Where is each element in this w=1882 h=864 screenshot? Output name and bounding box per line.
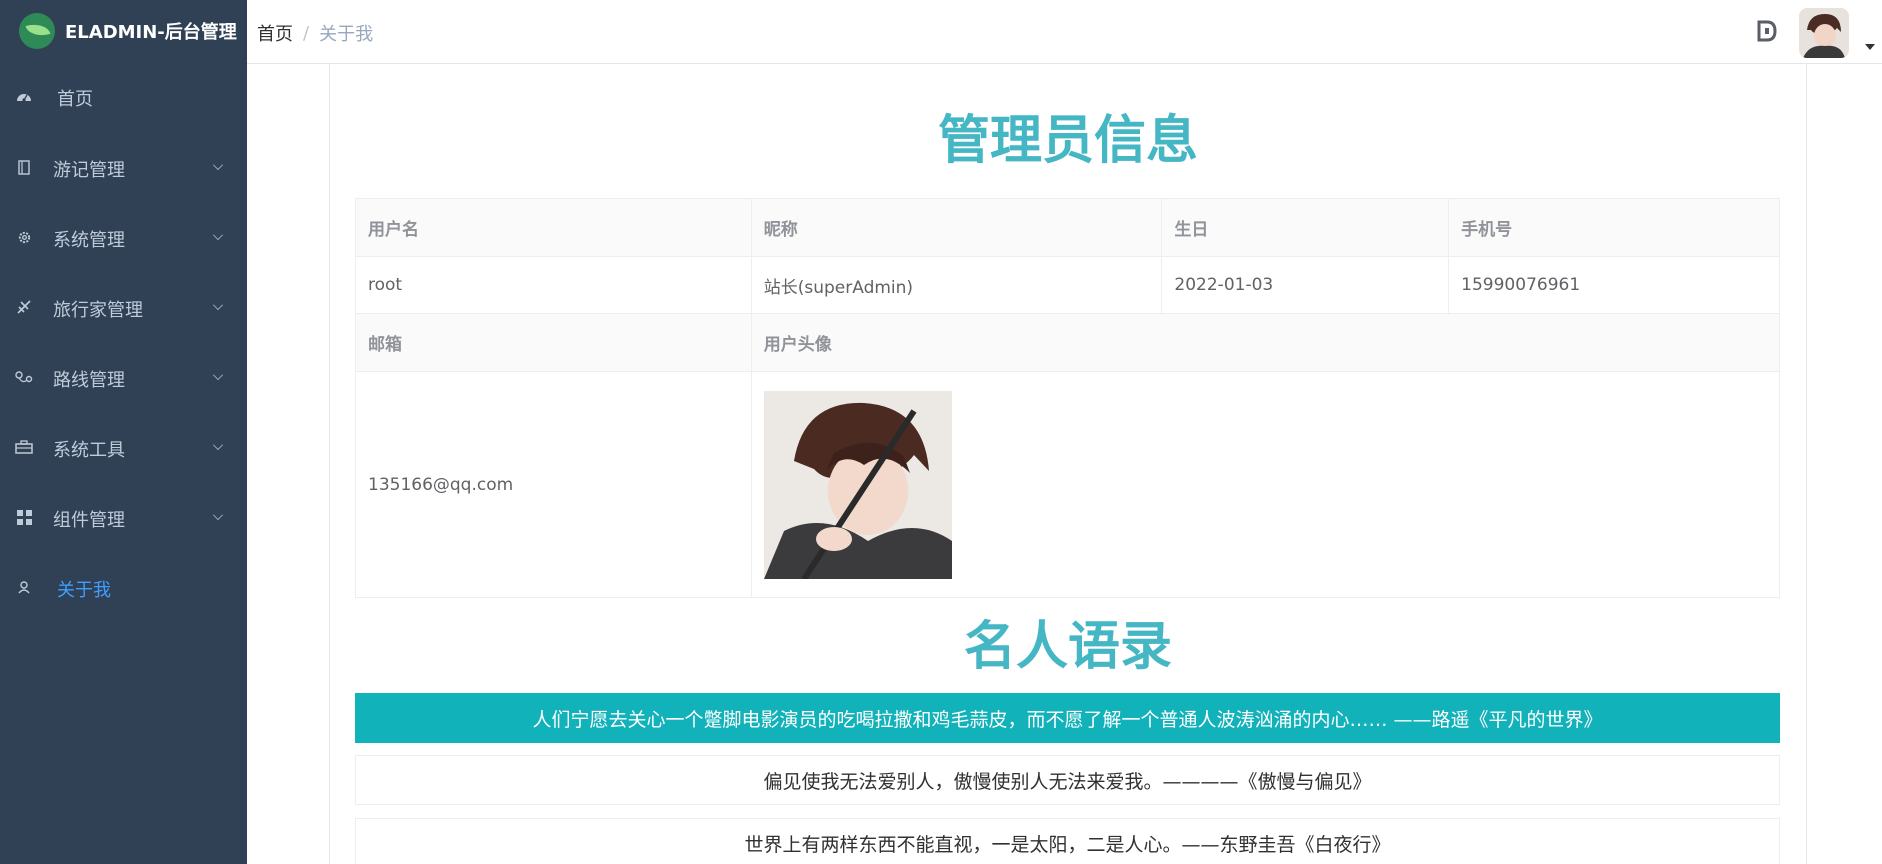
table-row: 135166@qq.com <box>355 371 1781 598</box>
grid-icon <box>13 509 35 529</box>
quote-item: 偏见使我无法爱别人，傲慢使别人无法来爱我。————《傲慢与偏见》 <box>355 755 1780 805</box>
toolbox-icon <box>13 440 35 458</box>
chevron-down-icon <box>213 510 223 520</box>
navbar: 首页 / 关于我 <box>247 0 1882 64</box>
book-icon <box>13 159 35 179</box>
nickname-value: 站长(superAdmin) <box>750 256 1163 314</box>
col-phone: 手机号 <box>1448 198 1780 257</box>
sidebar-item-route[interactable]: 路线管理 <box>0 351 247 407</box>
sidebar-item-label: 组件管理 <box>53 510 125 531</box>
sidebar-item-travelogue[interactable]: 游记管理 <box>0 141 247 197</box>
document-icon[interactable] <box>1756 20 1778 42</box>
username-value: root <box>355 256 752 314</box>
route-icon <box>13 370 35 388</box>
phone-value: 15990076961 <box>1448 256 1780 314</box>
sidebar-item-label: 系统管理 <box>53 230 125 251</box>
about-panel: 管理员信息 用户名 昵称 生日 手机号 root 站长(superAdmin) … <box>329 64 1807 864</box>
main-content: 管理员信息 用户名 昵称 生日 手机号 root 站长(superAdmin) … <box>247 64 1882 864</box>
admin-info-title: 管理员信息 <box>937 111 1198 171</box>
breadcrumb-home[interactable]: 首页 <box>257 20 293 46</box>
avatar[interactable] <box>1799 8 1849 58</box>
chevron-down-icon <box>213 370 223 380</box>
user-avatar-cell <box>750 371 1781 598</box>
breadcrumb-current: 关于我 <box>319 24 374 45</box>
col-birthday: 生日 <box>1161 198 1450 257</box>
dashboard-icon <box>13 89 35 107</box>
user-avatar-image <box>763 390 952 579</box>
col-username: 用户名 <box>355 198 752 257</box>
quotes-title: 名人语录 <box>963 617 1172 677</box>
plane-icon <box>13 299 35 319</box>
app-root: ELADMIN-后台管理 首页 游记管理 系统管理 旅行家管理 路线管理 系统工… <box>0 0 1882 864</box>
sidebar-item-about[interactable]: 关于我 <box>0 561 247 617</box>
email-value: 135166@qq.com <box>355 371 752 598</box>
chevron-down-icon <box>213 160 223 170</box>
sidebar-item-components[interactable]: 组件管理 <box>0 491 247 547</box>
quote-item: 世界上有两样东西不能直视，一是太阳，二是人心。——东野圭吾《白夜行》 <box>355 818 1780 864</box>
sidebar-item-label: 游记管理 <box>53 160 125 181</box>
sidebar-item-traveler[interactable]: 旅行家管理 <box>0 281 247 337</box>
breadcrumb: 首页 / 关于我 <box>257 20 373 46</box>
breadcrumb-separator: / <box>303 22 310 44</box>
sidebar: ELADMIN-后台管理 首页 游记管理 系统管理 旅行家管理 路线管理 系统工… <box>0 0 247 864</box>
col-user-avatar: 用户头像 <box>750 313 1781 372</box>
admin-info-table: 用户名 昵称 生日 手机号 root 站长(superAdmin) 2022-0… <box>355 198 1781 598</box>
gear-icon <box>13 230 35 249</box>
sidebar-item-label: 系统工具 <box>53 440 125 461</box>
app-title: ELADMIN-后台管理 <box>65 22 237 43</box>
sidebar-item-label: 旅行家管理 <box>53 300 143 321</box>
logo[interactable]: ELADMIN-后台管理 <box>0 0 247 62</box>
quote-item: 人们宁愿去关心一个蹩脚电影演员的吃喝拉撒和鸡毛蒜皮，而不愿了解一个普通人波涛汹涌… <box>355 693 1780 743</box>
chevron-down-icon <box>213 300 223 310</box>
col-email: 邮箱 <box>355 313 752 372</box>
caret-down-icon[interactable] <box>1865 44 1875 50</box>
chevron-down-icon <box>213 230 223 240</box>
sidebar-item-system[interactable]: 系统管理 <box>0 211 247 267</box>
sidebar-item-label: 关于我 <box>57 580 111 601</box>
birthday-value: 2022-01-03 <box>1161 256 1450 314</box>
table-row: root 站长(superAdmin) 2022-01-03 159900769… <box>355 256 1780 314</box>
sidebar-item-label: 首页 <box>57 89 93 110</box>
leaf-logo-icon <box>19 13 55 49</box>
user-icon <box>13 580 35 598</box>
col-nickname: 昵称 <box>750 198 1163 257</box>
sidebar-item-label: 路线管理 <box>53 370 125 391</box>
chevron-down-icon <box>213 440 223 450</box>
table-header-row: 邮箱 用户头像 <box>355 313 1781 372</box>
sidebar-item-tools[interactable]: 系统工具 <box>0 421 247 477</box>
table-header-row: 用户名 昵称 生日 手机号 <box>355 198 1780 257</box>
sidebar-item-home[interactable]: 首页 <box>0 70 247 126</box>
